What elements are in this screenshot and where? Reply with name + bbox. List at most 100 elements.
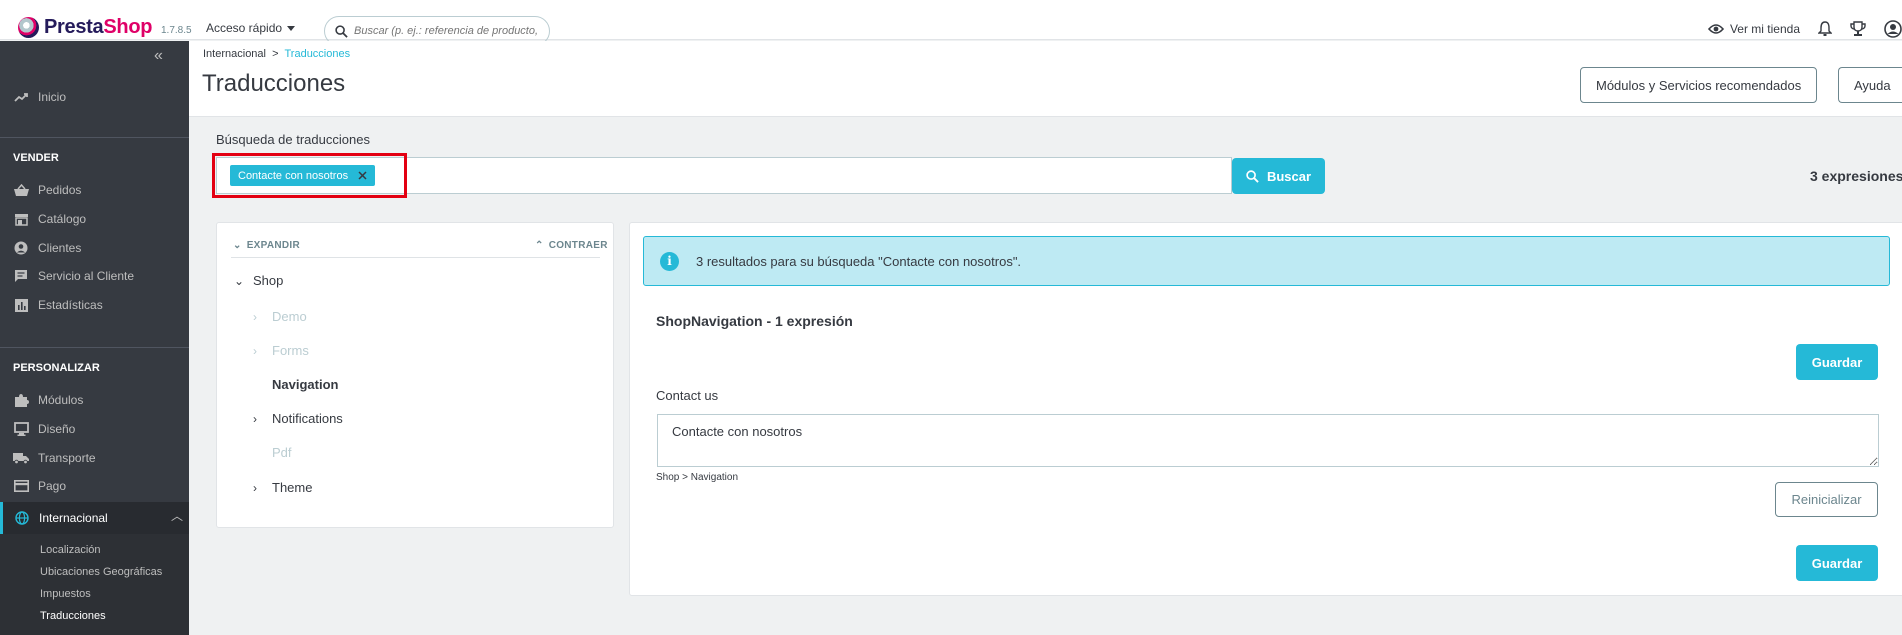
breadcrumb-separator: > [272,48,279,60]
chevron-up-icon: ⌃ [535,240,544,251]
quick-access-label: Acceso rápido [206,21,283,35]
sidebar-item-clientes[interactable]: Clientes [13,238,81,258]
prestashop-logo[interactable]: PrestaShop [18,16,152,39]
tree-node-label: Demo [272,309,307,324]
sidebar-item-diseno[interactable]: Diseño [13,419,75,439]
submenu-item-impuestos[interactable]: Impuestos [40,588,91,600]
sidebar-item-label: Internacional [39,511,108,525]
expression-path: Shop > Navigation [656,472,739,483]
breadcrumb: Internacional > Traducciones [203,48,350,60]
sidebar-divider [0,137,189,138]
sidebar-item-inicio[interactable]: Inicio [13,87,66,107]
tree-node-label: Notifications [272,411,343,426]
logo-text: PrestaShop [44,16,153,38]
user-avatar-icon[interactable] [1884,20,1902,38]
sidebar-item-label: Servicio al Cliente [38,269,135,283]
sidebar-item-transporte[interactable]: Transporte [13,448,96,468]
sidebar-item-catalogo[interactable]: Catálogo [13,209,86,229]
sidebar-item-pedidos[interactable]: Pedidos [13,180,81,200]
recommended-modules-button[interactable]: Módulos y Servicios recomendados [1580,67,1818,103]
sidebar-item-label: Clientes [38,241,82,255]
tree-node-navigation[interactable]: Navigation [272,377,338,392]
puzzle-icon [13,393,29,407]
view-store-label: Ver mi tienda [1729,22,1800,36]
store-icon [13,212,29,226]
eye-icon [1707,24,1724,34]
chat-icon [13,269,29,283]
header-search-input[interactable] [354,25,539,37]
tree-node-label: Forms [272,343,309,358]
view-store-link[interactable]: Ver mi tienda [1707,22,1800,36]
translation-textarea[interactable]: Contacte con nosotros [657,414,1879,467]
sidebar-item-label: Estadísticas [38,298,103,312]
tree-node-label: Theme [272,480,313,495]
help-button[interactable]: Ayuda [1838,67,1902,103]
quick-access-dropdown[interactable]: Acceso rápido [206,21,296,35]
tree-node-demo[interactable]: › Demo [253,309,307,324]
tree-node-label: Navigation [272,377,339,392]
version-label: 1.7.8.5 [161,25,192,36]
prestashop-logo-icon [18,17,39,38]
info-alert: i 3 resultados para su búsqueda "Contact… [643,236,1890,286]
sidebar-item-internacional-content[interactable]: Internacional [14,508,108,528]
domain-title: ShopNavigation - 1 expresión [656,313,853,329]
collapse-all-button[interactable]: ⌃ CONTRAER [535,240,608,251]
sidebar-item-pago[interactable]: Pago [13,476,66,496]
sidebar-item-servicio-cliente[interactable]: Servicio al Cliente [13,266,134,286]
sidebar-item-label: Transporte [38,451,96,465]
expand-all-button[interactable]: ⌄ EXPANDIR [233,240,300,251]
sidebar: « Inicio VENDER Pedidos Catálogo Cliente… [0,41,189,635]
sidebar-collapse-icon[interactable]: « [154,47,163,65]
sidebar-item-label: Inicio [38,90,67,104]
tree-node-theme[interactable]: › Theme [253,480,312,495]
section-title-vender: VENDER [13,152,59,164]
sidebar-item-label: Pedidos [38,183,82,197]
chevron-right-icon: › [253,309,257,324]
sidebar-item-label: Módulos [38,393,84,407]
tree-divider [231,257,600,258]
chevron-up-icon[interactable]: ︿ [171,507,183,524]
sidebar-item-label: Pago [38,479,67,493]
save-button-bottom[interactable]: Guardar [1796,545,1878,581]
search-label: Búsqueda de traducciones [216,132,370,147]
collapse-label: CONTRAER [548,240,608,251]
tree-node-notifications[interactable]: › Notifications [253,411,343,426]
monitor-icon [13,422,29,436]
save-button-label: Guardar [1811,555,1863,571]
save-button-top[interactable]: Guardar [1796,344,1878,380]
breadcrumb-current[interactable]: Traducciones [284,48,350,60]
page-title: Traducciones [202,70,346,97]
expand-label: EXPANDIR [246,240,301,251]
caret-down-icon [287,25,296,31]
highlight-box [212,153,407,198]
info-icon: i [660,251,679,271]
submenu-item-traducciones[interactable]: Traducciones [40,610,106,622]
tree-node-label: Shop [253,273,284,288]
alert-text: 3 resultados para su búsqueda "Contacte … [696,253,1022,269]
save-button-label: Guardar [1811,354,1863,370]
chevron-right-icon: › [253,343,257,358]
sidebar-item-modulos[interactable]: Módulos [13,390,83,410]
submenu-item-ubicaciones[interactable]: Ubicaciones Geográficas [40,566,162,578]
top-header: PrestaShop 1.7.8.5 Acceso rápido Ver mi … [0,0,1902,46]
result-count: 3 expresiones [1810,168,1902,184]
section-title-personalizar: PERSONALIZAR [13,362,100,374]
truck-icon [13,451,29,465]
trophy-icon[interactable] [1850,21,1866,37]
sidebar-item-estadisticas[interactable]: Estadísticas [13,295,103,315]
sidebar-divider [0,347,189,348]
chevron-down-icon: ⌄ [234,273,245,288]
bell-icon[interactable] [1818,21,1832,37]
breadcrumb-parent[interactable]: Internacional [203,48,266,60]
tree-node-shop[interactable]: ⌄ Shop [234,273,283,288]
tree-node-pdf[interactable]: Pdf [272,445,292,460]
globe-icon [14,511,30,525]
submenu-item-localizacion[interactable]: Localización [40,544,101,556]
search-icon [335,24,348,38]
account-circle-icon [13,241,29,255]
chevron-down-icon: ⌄ [233,240,242,251]
tree-node-forms[interactable]: › Forms [253,343,309,358]
search-button[interactable]: Buscar [1232,158,1325,194]
search-icon [1246,169,1259,183]
reset-button[interactable]: Reinicializar [1775,482,1878,517]
